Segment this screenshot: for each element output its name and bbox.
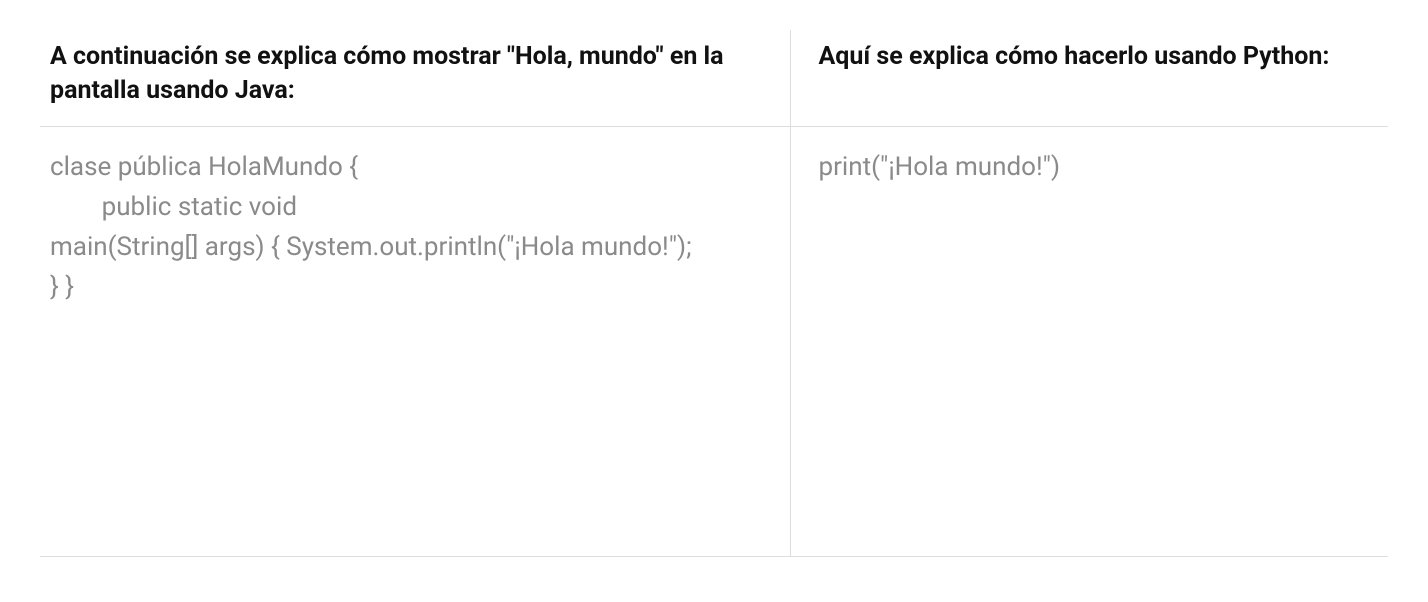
- python-header: Aquí se explica cómo hacerlo usando Pyth…: [790, 30, 1388, 126]
- java-code-cell: clase pública HolaMundo { public static …: [40, 126, 790, 556]
- table-row: clase pública HolaMundo { public static …: [40, 126, 1388, 556]
- table-header-row: A continuación se explica cómo mostrar "…: [40, 30, 1388, 126]
- java-header: A continuación se explica cómo mostrar "…: [40, 30, 790, 126]
- python-code-cell: print("¡Hola mundo!"): [790, 126, 1388, 556]
- code-comparison-table: A continuación se explica cómo mostrar "…: [40, 30, 1388, 557]
